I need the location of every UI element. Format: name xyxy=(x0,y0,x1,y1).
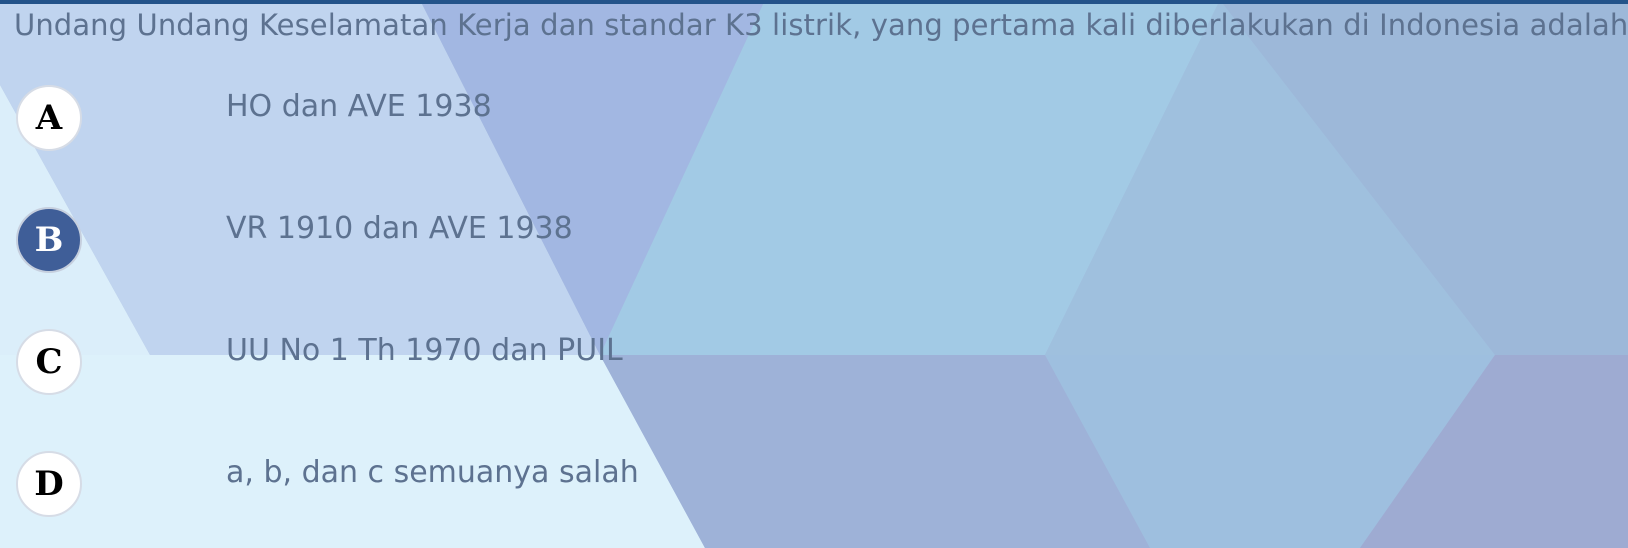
option-letter-badge: D xyxy=(16,451,82,517)
option-letter-badge: B xyxy=(16,207,82,273)
option-a[interactable]: A HO dan AVE 1938 xyxy=(16,85,1016,155)
option-d[interactable]: D a, b, dan c semuanya salah xyxy=(16,451,1016,521)
option-label: UU No 1 Th 1970 dan PUIL xyxy=(226,333,623,368)
top-accent-bar xyxy=(0,0,1628,4)
option-letter-badge: C xyxy=(16,329,82,395)
question-text: Undang Undang Keselamatan Kerja dan stan… xyxy=(14,8,1628,42)
option-c[interactable]: C UU No 1 Th 1970 dan PUIL xyxy=(16,329,1016,399)
option-label: VR 1910 dan AVE 1938 xyxy=(226,211,573,246)
option-letter-badge: A xyxy=(16,85,82,151)
option-label: a, b, dan c semuanya salah xyxy=(226,455,639,490)
option-b[interactable]: B VR 1910 dan AVE 1938 xyxy=(16,207,1016,277)
option-label: HO dan AVE 1938 xyxy=(226,89,492,124)
